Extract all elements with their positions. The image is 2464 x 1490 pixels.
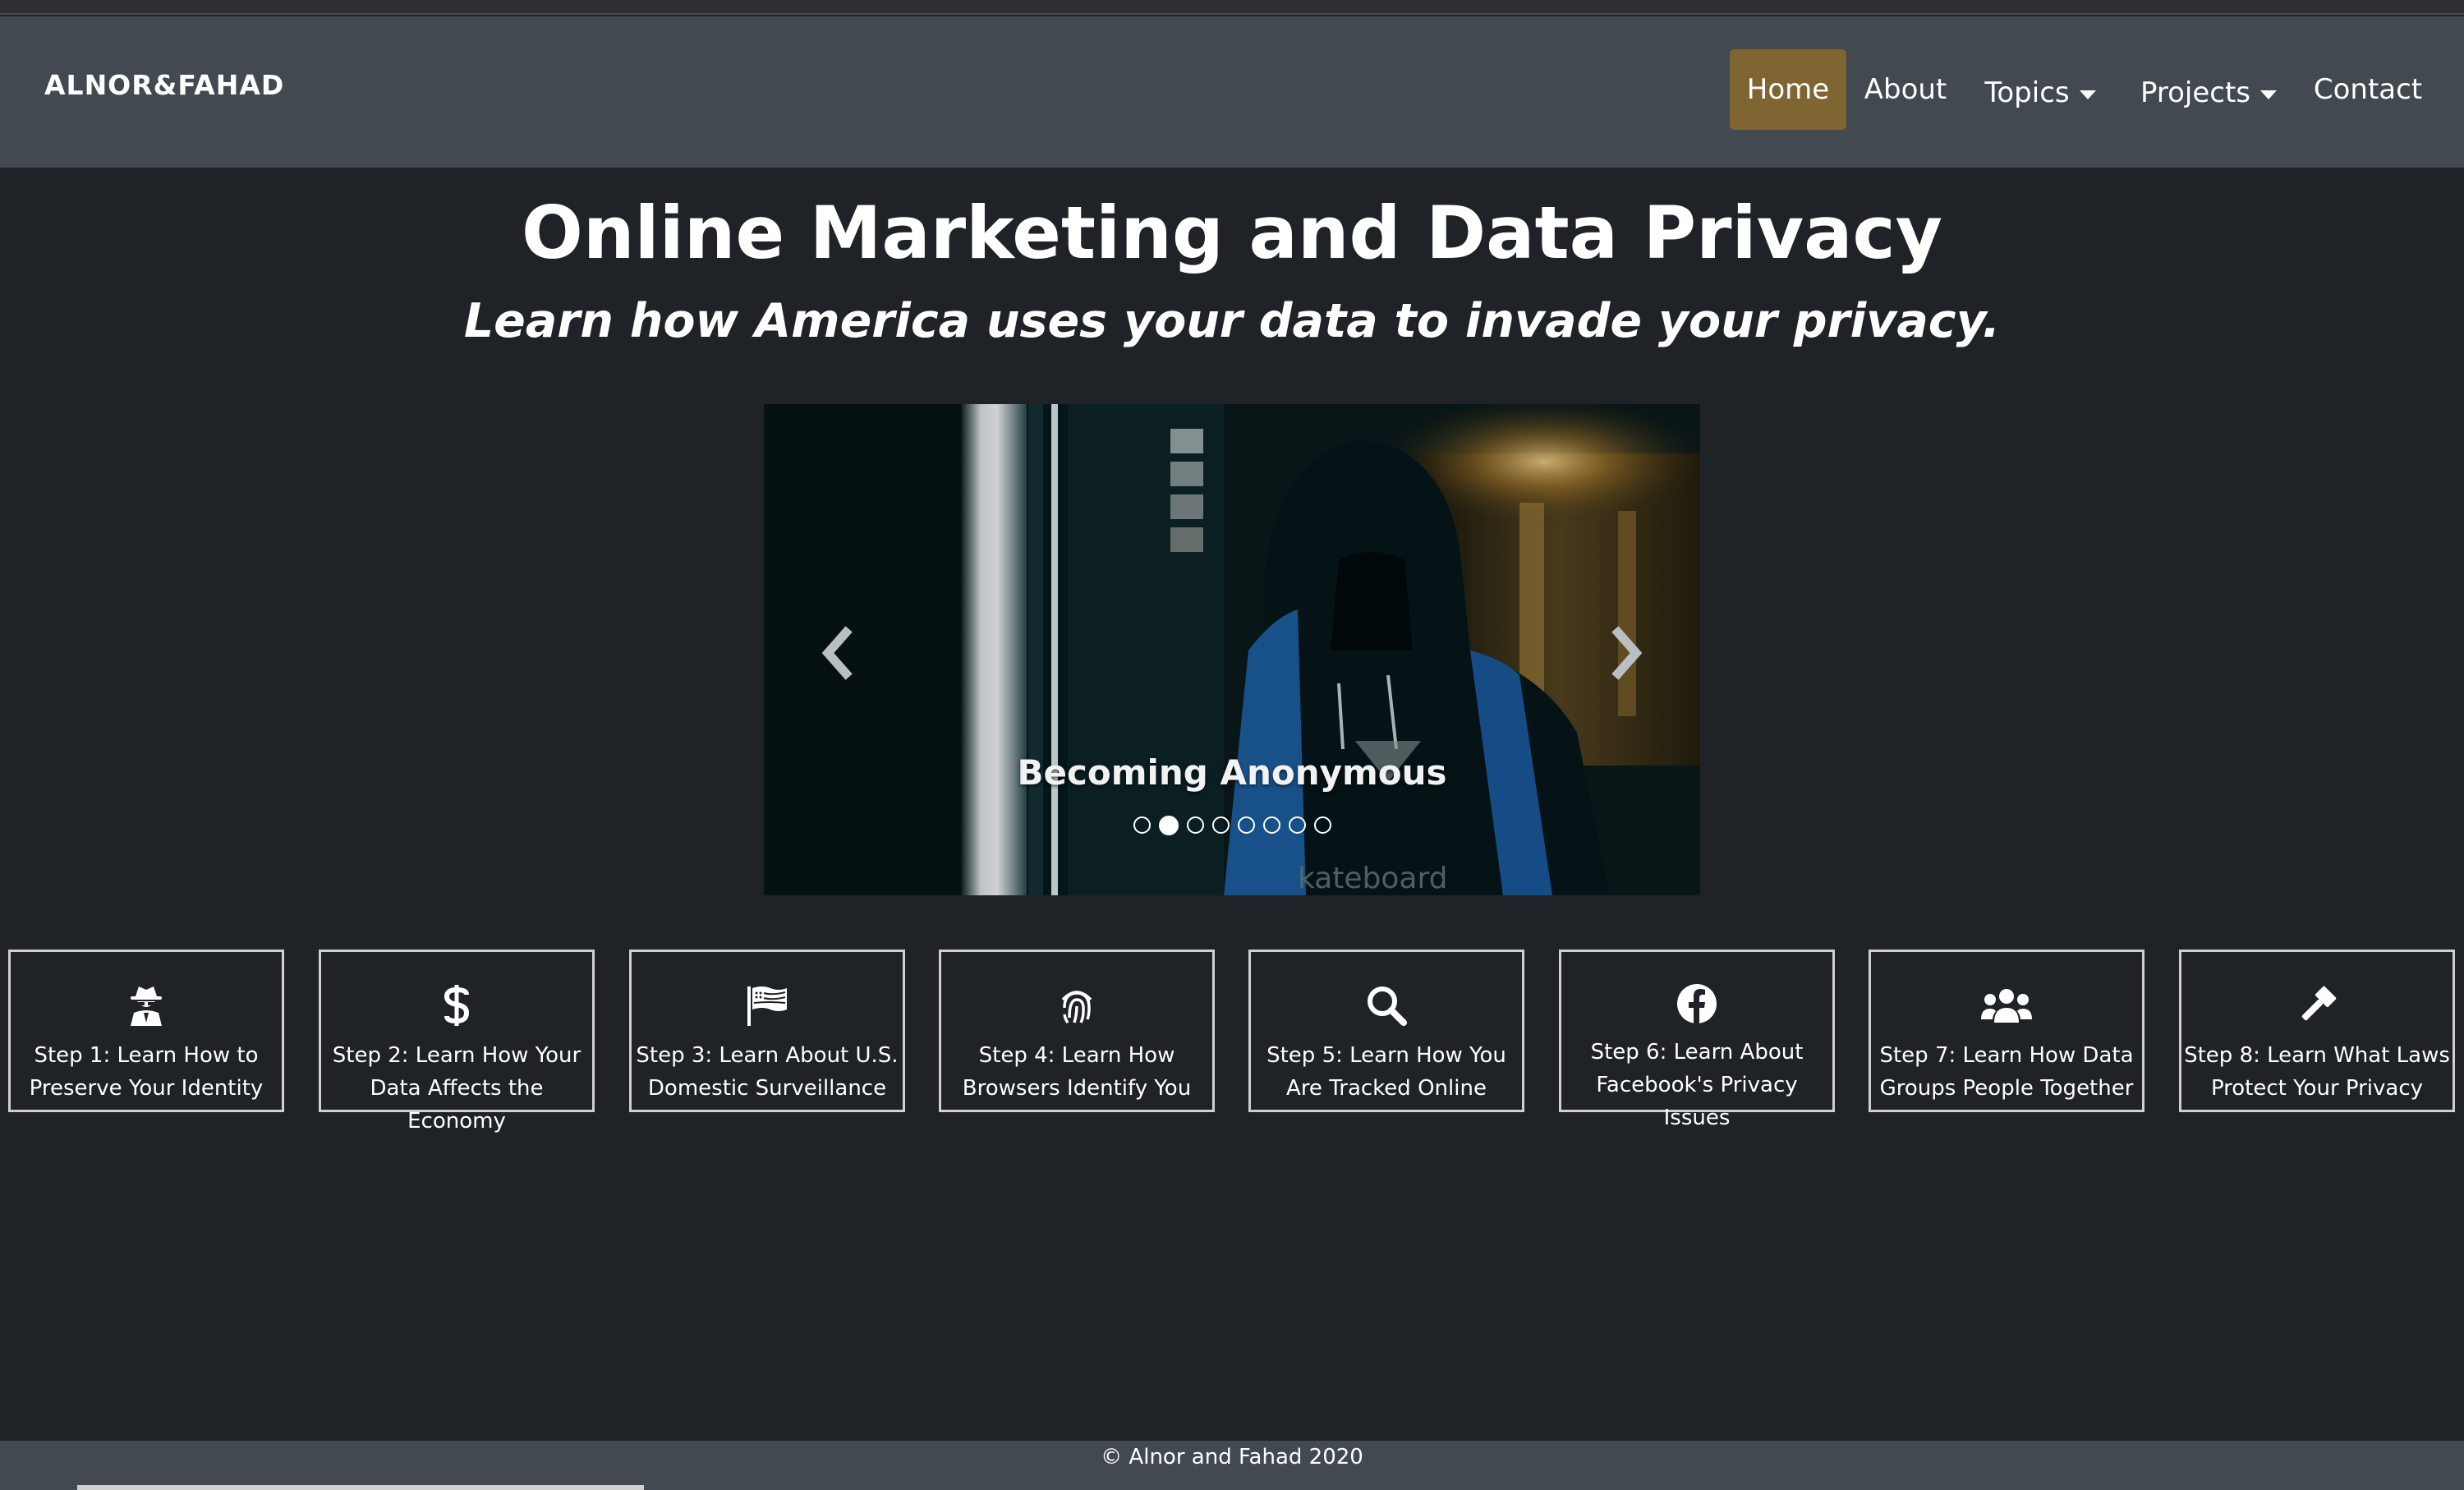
- users-icon: [1981, 983, 2032, 1028]
- step-card-2-label: Step 2: Learn How Your Data Affects the …: [332, 1043, 582, 1134]
- carousel-indicator-7[interactable]: [1288, 816, 1306, 834]
- caret-down-icon: [2260, 90, 2278, 99]
- step-card-8-label: Step 8: Learn What Laws Protect Your Pri…: [2184, 1043, 2450, 1101]
- carousel-indicator-6[interactable]: [1262, 816, 1280, 834]
- nav-home-label: Home: [1746, 73, 1830, 106]
- step-card-1[interactable]: Step 1: Learn How to Preserve Your Ident…: [8, 950, 284, 1112]
- step-card-5[interactable]: Step 5: Learn How You Are Tracked Online: [1248, 950, 1524, 1112]
- carousel-indicator-8[interactable]: [1313, 816, 1331, 834]
- caret-down-icon: [2079, 90, 2096, 99]
- step-card-8[interactable]: Step 8: Learn What Laws Protect Your Pri…: [2179, 950, 2455, 1112]
- gavel-icon: [2296, 983, 2338, 1028]
- fingerprint-icon: [1056, 983, 1097, 1028]
- step-card-7[interactable]: Step 7: Learn How Data Groups People Tog…: [1869, 950, 2145, 1112]
- nav-about-label: About: [1864, 73, 1947, 106]
- step-card-2[interactable]: Step 2: Learn How Your Data Affects the …: [319, 950, 595, 1134]
- facebook-icon: [1676, 983, 1717, 1024]
- step-card-1-label: Step 1: Learn How to Preserve Your Ident…: [29, 1043, 264, 1101]
- carousel-indicator-2[interactable]: [1158, 816, 1179, 835]
- search-icon: [1366, 983, 1407, 1028]
- carousel-indicators: [764, 816, 1700, 835]
- image-carousel: kateboard Becoming Anonymous: [764, 404, 1700, 895]
- step-card-3[interactable]: Step 3: Learn About U.S. Domestic Survei…: [629, 950, 905, 1112]
- horizontal-scrollbar[interactable]: [77, 1485, 644, 1490]
- step-card-6[interactable]: Step 6: Learn About Facebook's Privacy I…: [1559, 950, 1835, 1130]
- step-cards: Step 1: Learn How to Preserve Your Ident…: [0, 950, 2464, 1134]
- carousel-prev-button[interactable]: [813, 624, 862, 682]
- carousel-indicator-4[interactable]: [1211, 816, 1230, 834]
- dollar-sign-icon: [444, 983, 470, 1028]
- step-card-3-label: Step 3: Learn About U.S. Domestic Survei…: [636, 1043, 899, 1101]
- step-card-4-label: Step 4: Learn How Browsers Identify You: [962, 1043, 1192, 1101]
- step-card-7-label: Step 7: Learn How Data Groups People Tog…: [1879, 1043, 2134, 1101]
- nav-home[interactable]: Home: [1730, 49, 1846, 130]
- user-secret-icon: [127, 983, 165, 1028]
- chevron-left-icon: [821, 626, 853, 680]
- brand-logo[interactable]: ALNOR&FAHAD: [44, 69, 284, 101]
- browser-top-strip: [0, 0, 2464, 15]
- carousel-next-button[interactable]: [1602, 624, 1651, 682]
- carousel-caption: Becoming Anonymous: [1017, 752, 1447, 793]
- nav-projects-label: Projects: [2140, 76, 2251, 109]
- nav-contact[interactable]: Contact: [2310, 49, 2426, 130]
- nav-topics-dropdown[interactable]: Topics: [1976, 53, 2104, 133]
- nav-topics-label: Topics: [1984, 76, 2070, 109]
- carousel-indicator-3[interactable]: [1186, 816, 1204, 834]
- nav-contact-label: Contact: [2313, 73, 2423, 106]
- page-subtitle: Learn how America uses your data to inva…: [463, 294, 2001, 348]
- nav-projects-dropdown[interactable]: Projects: [2139, 53, 2278, 133]
- flag-usa-icon: [746, 983, 788, 1028]
- footer: © Alnor and Fahad 2020: [0, 1441, 2464, 1490]
- nav-about[interactable]: About: [1858, 49, 1953, 130]
- chevron-right-icon: [1611, 626, 1643, 680]
- carousel-indicator-1[interactable]: [1133, 816, 1151, 834]
- page-title: Online Marketing and Data Privacy: [522, 191, 1942, 275]
- step-card-6-label: Step 6: Learn About Facebook's Privacy I…: [1590, 1040, 1804, 1130]
- copyright-text: © Alnor and Fahad 2020: [1101, 1445, 1363, 1469]
- carousel-indicator-5[interactable]: [1237, 816, 1255, 834]
- step-card-5-label: Step 5: Learn How You Are Tracked Online: [1266, 1043, 1506, 1101]
- navbar: ALNOR&FAHAD Home About Topics Projects C…: [0, 16, 2464, 168]
- step-card-4[interactable]: Step 4: Learn How Browsers Identify You: [939, 950, 1215, 1112]
